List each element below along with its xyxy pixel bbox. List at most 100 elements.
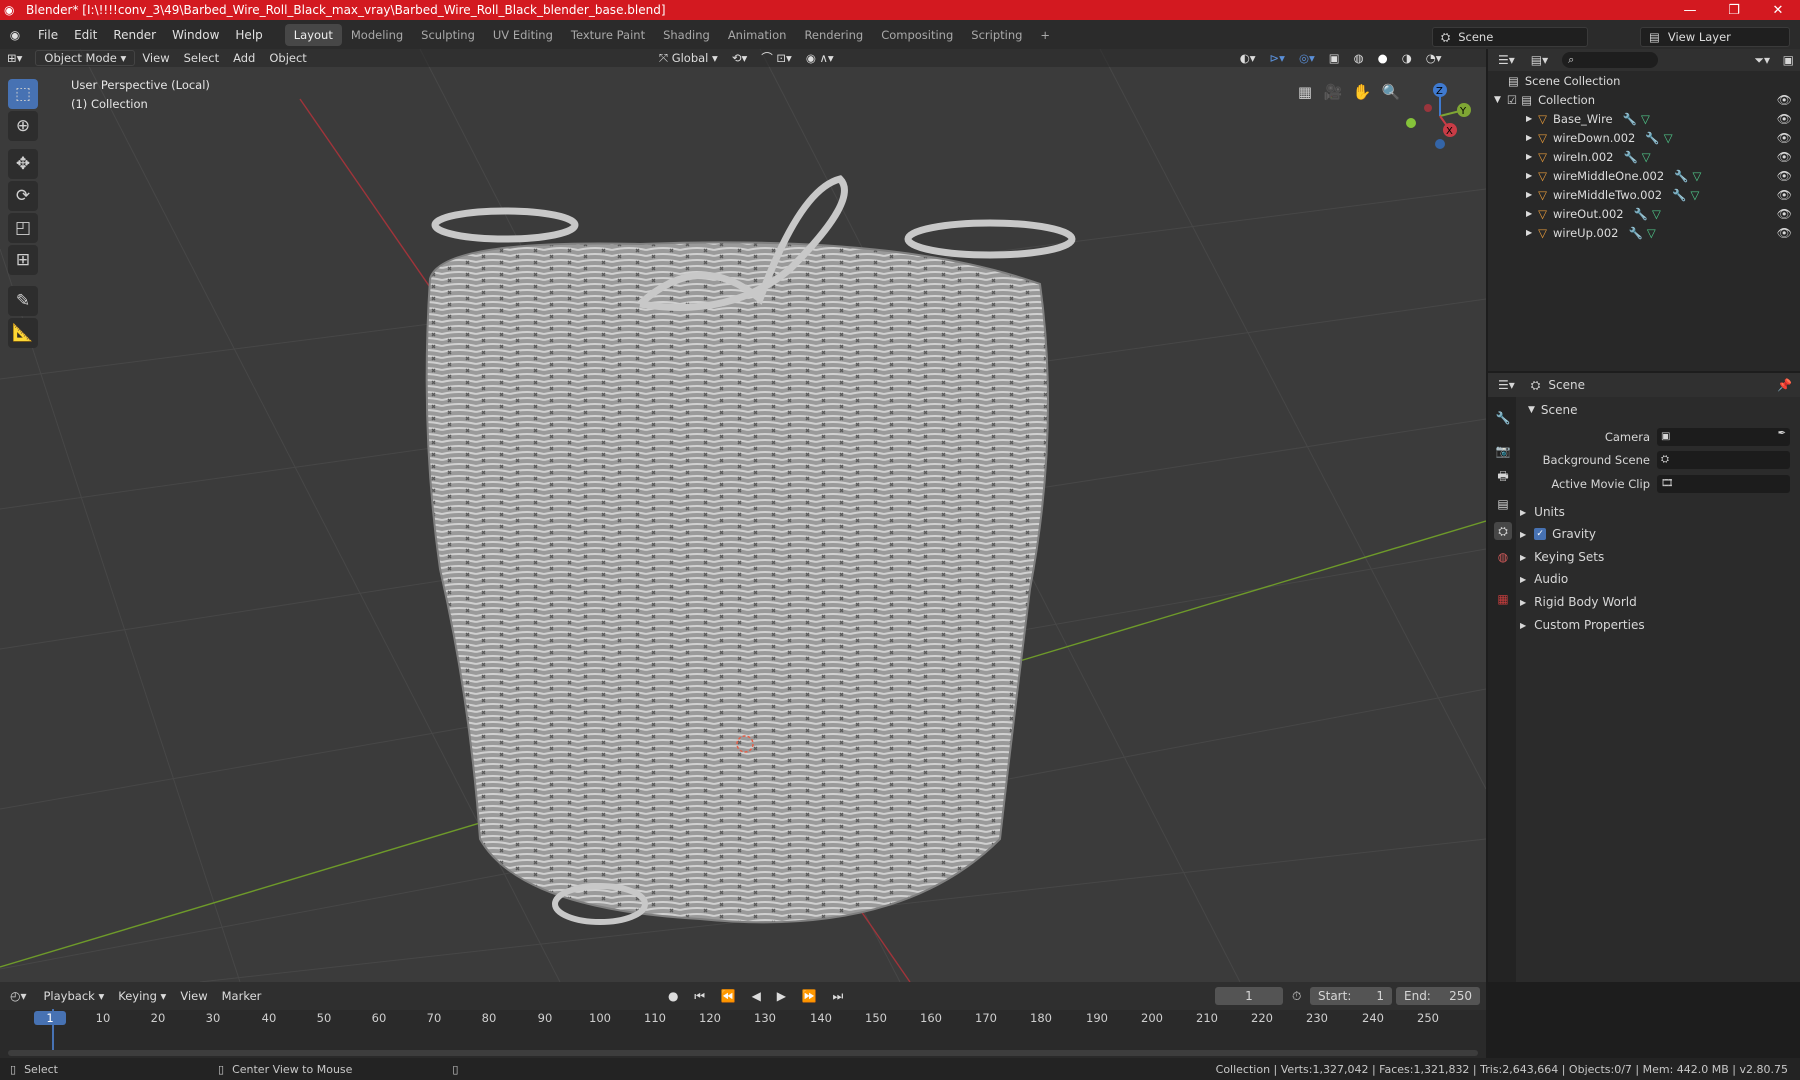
outliner-collection[interactable]: ▼ ☑ ▤ Collection 👁 — [1488, 90, 1800, 109]
current-frame-field[interactable]: 1 — [1215, 987, 1283, 1005]
proportional-editing-icon[interactable]: ◉ ∧▾ — [799, 51, 841, 65]
expand-arrow-icon[interactable]: ▶ — [1526, 133, 1532, 142]
select-box-tool[interactable]: ⬚ — [8, 79, 38, 109]
tab-layout[interactable]: Layout — [284, 23, 342, 46]
blender-menu-icon[interactable]: ◉ — [0, 28, 30, 42]
audio-section[interactable]: ▶ Audio — [1520, 568, 1792, 590]
outliner-object-row[interactable]: ▶ ▽ wireUp.002 🔧 ▽ 👁 — [1488, 223, 1800, 242]
toggle-grid-icon[interactable]: ▦ — [1293, 80, 1317, 104]
overlays-icon[interactable]: ◎▾ — [1292, 51, 1322, 65]
timeline-editor-icon[interactable]: ◴▾ — [10, 989, 27, 1003]
expand-arrow-icon[interactable]: ▼ — [1494, 95, 1501, 105]
checkbox-icon[interactable]: ☑ — [1507, 93, 1517, 107]
view-layer-props-tab[interactable]: ▤ — [1494, 495, 1512, 513]
render-props-tab[interactable]: 📷 — [1494, 442, 1512, 460]
tab-sculpting[interactable]: Sculpting — [412, 24, 484, 46]
menu-help[interactable]: Help — [227, 28, 270, 42]
measure-tool[interactable]: 📐 — [8, 318, 38, 348]
3d-viewport[interactable] — [0, 49, 1486, 982]
eye-icon[interactable]: 👁 — [1777, 93, 1792, 107]
pan-view-icon[interactable]: ✋ — [1350, 80, 1374, 104]
shading-rendered-icon[interactable]: ◔▾ — [1419, 51, 1449, 65]
timeline-scrollbar[interactable] — [8, 1050, 1478, 1056]
outliner-object-row[interactable]: ▶ ▽ wireIn.002 🔧 ▽ 👁 — [1488, 147, 1800, 166]
outliner-object-row[interactable]: ▶ ▽ wireOut.002 🔧 ▽ 👁 — [1488, 204, 1800, 223]
rigid-body-world-section[interactable]: ▶ Rigid Body World — [1520, 591, 1792, 613]
active-movie-clip-field[interactable]: 🎞 — [1657, 475, 1790, 493]
menu-marker[interactable]: Marker — [215, 989, 269, 1003]
minimize-button[interactable]: — — [1668, 0, 1712, 20]
keying-sets-section[interactable]: ▶ Keying Sets — [1520, 546, 1792, 568]
clock-icon[interactable]: ⏱ — [1292, 989, 1301, 1004]
shading-wireframe-icon[interactable]: ◍ — [1347, 51, 1371, 65]
filter-icon[interactable]: ⏷▾ — [1754, 53, 1770, 68]
units-section[interactable]: ▶ Units — [1520, 501, 1792, 523]
barbed-wire-roll[interactable] — [425, 175, 1076, 925]
annotate-tool[interactable]: ✎ — [8, 286, 38, 316]
start-frame-field[interactable]: Start: 1 — [1310, 987, 1392, 1005]
shading-material-icon[interactable]: ◑ — [1395, 51, 1419, 65]
camera-field[interactable]: ▣ ✒ — [1657, 428, 1790, 446]
eye-icon[interactable]: 👁 — [1777, 226, 1792, 240]
outliner-object-row[interactable]: ▶ ▽ wireMiddleTwo.002 🔧 ▽ 👁 — [1488, 185, 1800, 204]
expand-arrow-icon[interactable]: ▶ — [1526, 228, 1532, 237]
outliner-scene-collection[interactable]: ▤ Scene Collection — [1488, 71, 1800, 90]
menu-keying[interactable]: Keying ▾ — [111, 989, 173, 1003]
menu-file[interactable]: File — [30, 28, 66, 42]
tool-props-tab[interactable]: 🔧 — [1494, 409, 1512, 427]
world-props-tab[interactable]: ◍ — [1494, 548, 1512, 566]
outliner-object-row[interactable]: ▶ ▽ Base_Wire 🔧 ▽ 👁 — [1488, 109, 1800, 128]
tab-texture-paint[interactable]: Texture Paint — [562, 24, 654, 46]
display-mode-icon[interactable]: ▤▾ — [1531, 53, 1548, 67]
new-collection-icon[interactable]: ▣ — [1783, 53, 1794, 67]
end-frame-field[interactable]: End: 250 — [1396, 987, 1480, 1005]
expand-arrow-icon[interactable]: ▶ — [1526, 190, 1532, 199]
tab-scripting[interactable]: Scripting — [962, 24, 1031, 46]
transform-orientation-dropdown[interactable]: ⤧ Global ▾ — [652, 51, 725, 66]
tab-uv-editing[interactable]: UV Editing — [484, 24, 562, 46]
expand-arrow-icon[interactable]: ▶ — [1526, 152, 1532, 161]
visibility-icon[interactable]: ◐▾ — [1233, 51, 1263, 65]
tab-rendering[interactable]: Rendering — [795, 24, 872, 46]
background-scene-field[interactable]: ⛭ — [1657, 451, 1790, 469]
menu-render[interactable]: Render — [105, 28, 164, 42]
tab-shading[interactable]: Shading — [654, 24, 719, 46]
add-workspace-button[interactable]: + — [1031, 24, 1059, 46]
camera-view-icon[interactable]: 🎥 — [1321, 80, 1345, 104]
tab-compositing[interactable]: Compositing — [872, 24, 962, 46]
menu-edit[interactable]: Edit — [66, 28, 105, 42]
shading-solid-icon[interactable]: ● — [1371, 51, 1395, 65]
expand-arrow-icon[interactable]: ▶ — [1526, 209, 1532, 218]
menu-object[interactable]: Object — [262, 51, 313, 65]
snap-icon[interactable]: ⌒ ⊡▾ — [754, 50, 799, 66]
outliner-object-row[interactable]: ▶ ▽ wireDown.002 🔧 ▽ 👁 — [1488, 128, 1800, 147]
eye-icon[interactable]: 👁 — [1777, 169, 1792, 183]
properties-editor-icon[interactable]: ☰▾ — [1498, 378, 1515, 392]
view-layer-selector[interactable]: ▤ View Layer — [1640, 27, 1790, 47]
menu-timeline-view[interactable]: View — [173, 989, 214, 1003]
eye-icon[interactable]: 👁 — [1777, 150, 1792, 164]
menu-select[interactable]: Select — [177, 51, 226, 65]
rotate-tool[interactable]: ⟳ — [8, 181, 38, 211]
gizmo-toggle-icon[interactable]: ⊳▾ — [1263, 51, 1292, 65]
navigation-gizmo[interactable]: Z Y X — [1398, 78, 1480, 154]
eye-icon[interactable]: 👁 — [1777, 112, 1792, 126]
menu-window[interactable]: Window — [164, 28, 227, 42]
maximize-button[interactable]: ❐ — [1712, 0, 1756, 20]
editor-type-icon[interactable]: ⊞▾ — [0, 51, 29, 65]
xray-icon[interactable]: ▣ — [1322, 51, 1347, 65]
menu-playback[interactable]: Playback ▾ — [37, 989, 112, 1003]
gravity-section[interactable]: ▶ ✓ Gravity — [1520, 523, 1792, 545]
output-props-tab[interactable]: 🖶 — [1494, 468, 1512, 486]
tab-animation[interactable]: Animation — [719, 24, 796, 46]
gravity-checkbox[interactable]: ✓ — [1534, 528, 1547, 540]
eye-icon[interactable]: 👁 — [1777, 131, 1792, 145]
transform-tool[interactable]: ⊞ — [8, 245, 38, 275]
eye-icon[interactable]: 👁 — [1777, 207, 1792, 221]
pin-icon[interactable]: 📌 — [1777, 378, 1792, 392]
close-button[interactable]: ✕ — [1756, 0, 1800, 20]
expand-arrow-icon[interactable]: ▶ — [1526, 114, 1532, 123]
outliner-object-row[interactable]: ▶ ▽ wireMiddleOne.002 🔧 ▽ 👁 — [1488, 166, 1800, 185]
eyedropper-icon[interactable]: ✒ — [1778, 428, 1786, 439]
outliner-search-input[interactable]: ⌕ — [1562, 52, 1659, 68]
